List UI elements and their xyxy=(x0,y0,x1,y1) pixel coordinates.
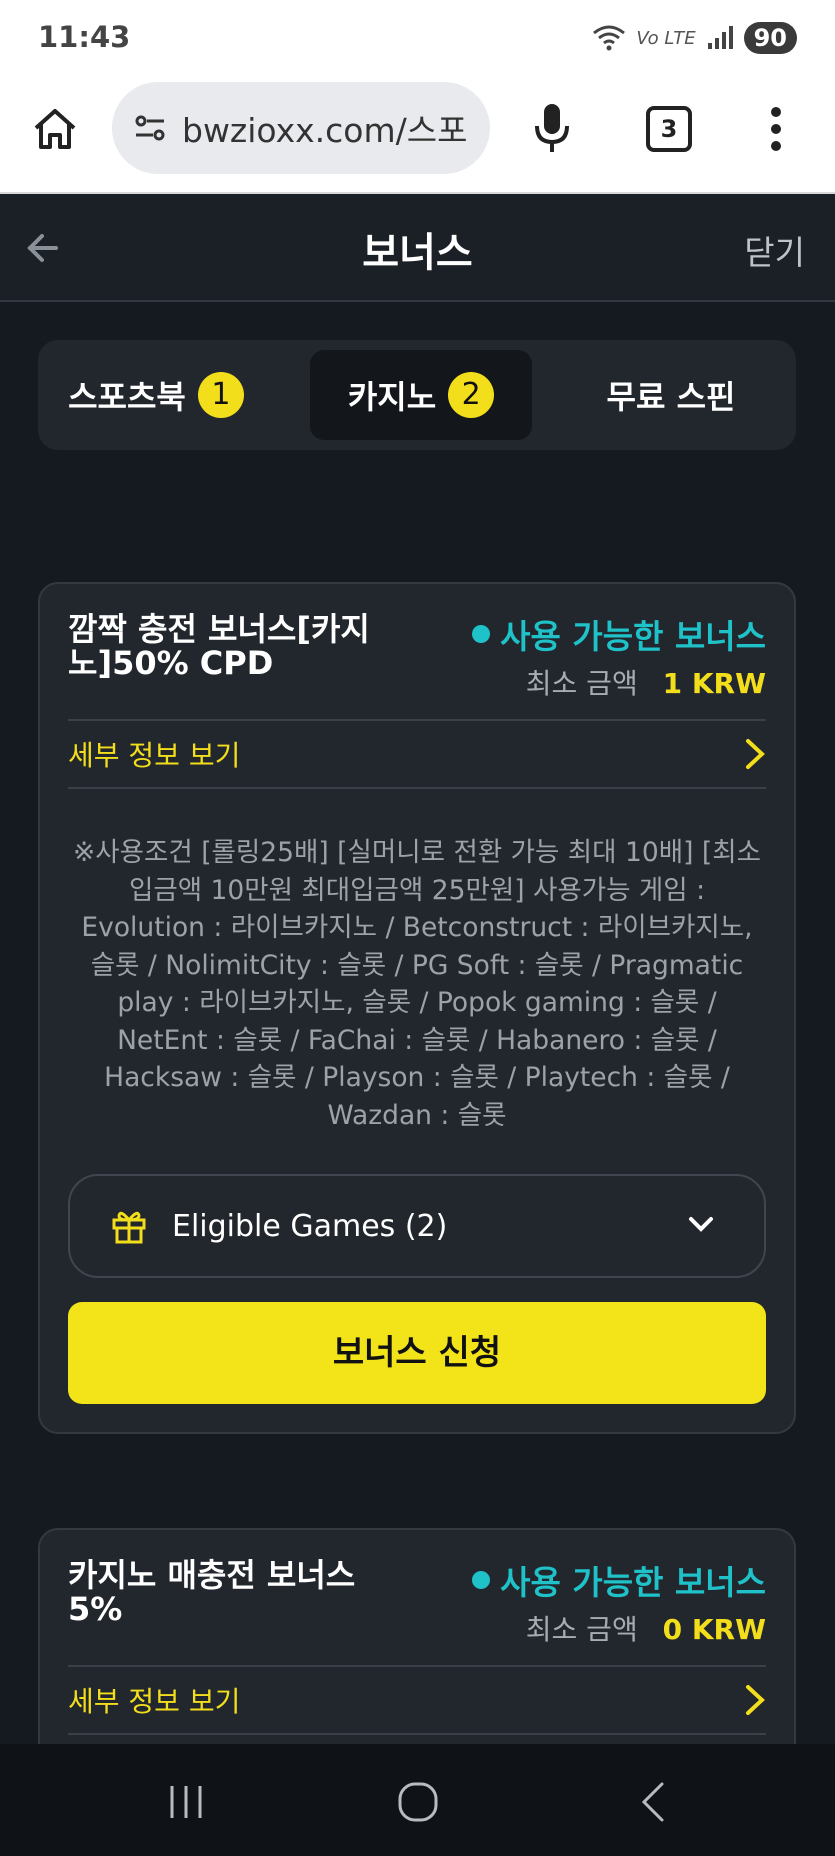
min-amount-label: 최소 금액 xyxy=(525,1613,638,1646)
status-icons: Vo LTE 90 xyxy=(592,22,797,54)
divider xyxy=(68,1733,766,1735)
bonus-terms: ※사용조건 [롤링25배] [실머니로 전환 가능 최대 10배] [최소입금액… xyxy=(73,837,761,1131)
bonus-status: 사용 가능한 보너스 xyxy=(472,1556,766,1604)
status-time: 11:43 xyxy=(38,20,131,54)
chevron-right-icon xyxy=(746,1685,765,1715)
min-amount-value: 1 KRW xyxy=(662,667,766,700)
wifi-icon xyxy=(593,25,626,51)
recent-apps-icon[interactable] xyxy=(164,1780,208,1824)
status-dot-icon xyxy=(472,625,491,643)
chevron-right-icon xyxy=(746,739,765,769)
details-label: 세부 정보 보기 xyxy=(68,1685,241,1718)
tab-free-spins[interactable]: 무료 스핀 xyxy=(556,350,786,440)
signal-icon xyxy=(707,26,733,49)
page-title: 보너스 xyxy=(362,230,473,276)
more-vert-icon[interactable] xyxy=(766,104,786,154)
tab-label: 카지노 xyxy=(347,378,437,416)
details-link[interactable]: 세부 정보 보기 xyxy=(68,1667,766,1733)
details-link[interactable]: 세부 정보 보기 xyxy=(68,721,766,787)
tab-label: 무료 스핀 xyxy=(606,378,736,416)
back-nav-icon[interactable] xyxy=(632,1780,676,1824)
min-amount-label: 최소 금액 xyxy=(525,667,638,700)
bonus-card: 깜짝 충전 보너스[카지노]50% CPD 사용 가능한 보너스 최소 금액 1… xyxy=(38,582,796,1434)
tab-casino[interactable]: 카지노 2 xyxy=(310,350,532,440)
divider xyxy=(68,787,766,789)
address-bar[interactable]: bwzioxx.com/스포 xyxy=(112,82,490,174)
status-bar: 11:43 Vo LTE 90 xyxy=(0,0,835,78)
min-amount-row: 최소 금액 1 KRW xyxy=(526,662,766,702)
tab-count-badge: 2 xyxy=(448,372,495,418)
min-amount-value: 0 KRW xyxy=(662,1613,766,1646)
details-label: 세부 정보 보기 xyxy=(68,739,241,772)
status-label: 사용 가능한 보너스 xyxy=(500,1563,766,1602)
eligible-games-dropdown[interactable]: Eligible Games (2) xyxy=(68,1174,766,1278)
tab-count-badge: 1 xyxy=(197,372,244,418)
gift-icon xyxy=(112,1211,146,1244)
home-nav-icon[interactable] xyxy=(396,1780,440,1824)
bonus-title: 깜짝 충전 보너스[카지노]50% CPD xyxy=(68,610,370,682)
bonus-title: 카지노 매충전 보너스 5% xyxy=(68,1556,356,1628)
status-dot-icon xyxy=(472,1571,491,1589)
close-button[interactable]: 닫기 xyxy=(744,226,805,274)
system-nav-bar xyxy=(0,1744,835,1856)
tab-sportsbook[interactable]: 스포츠북 1 xyxy=(48,350,264,440)
network-label: Vo LTE xyxy=(636,27,696,49)
url-text[interactable]: bwzioxx.com/스포 xyxy=(182,104,467,152)
bonus-status: 사용 가능한 보너스 xyxy=(472,610,766,658)
site-settings-icon[interactable] xyxy=(130,108,170,148)
chevron-down-icon xyxy=(689,1217,713,1232)
eligible-games-label: Eligible Games (2) xyxy=(172,1208,448,1244)
apply-bonus-button[interactable]: 보너스 신청 xyxy=(68,1302,766,1404)
status-label: 사용 가능한 보너스 xyxy=(500,617,766,656)
page-header: 보너스 닫기 xyxy=(0,194,835,302)
min-amount-row: 최소 금액 0 KRW xyxy=(526,1608,766,1648)
browser-toolbar: bwzioxx.com/스포 3 xyxy=(0,78,835,194)
tab-label: 스포츠북 xyxy=(68,378,186,416)
tab-switcher-button[interactable]: 3 xyxy=(646,106,692,152)
microphone-icon[interactable] xyxy=(530,100,574,156)
bonus-category-tabs: 스포츠북 1 카지노 2 무료 스핀 xyxy=(38,340,796,450)
home-icon[interactable] xyxy=(30,104,80,154)
battery-level: 90 xyxy=(743,22,797,54)
